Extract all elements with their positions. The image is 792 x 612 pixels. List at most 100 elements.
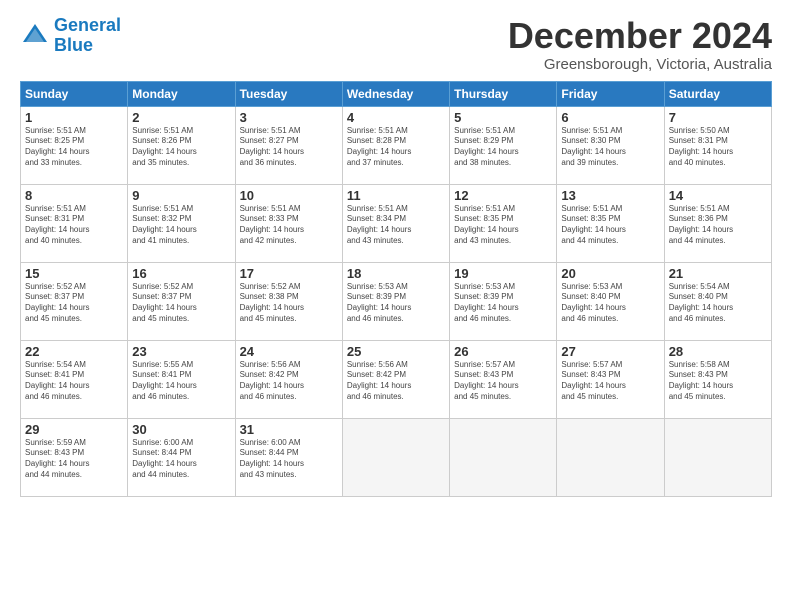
calendar-table: Sunday Monday Tuesday Wednesday Thursday… (20, 81, 772, 497)
day-number: 22 (25, 344, 123, 359)
day-info: Sunrise: 5:55 AM Sunset: 8:41 PM Dayligh… (132, 360, 230, 403)
day-info: Sunrise: 5:51 AM Sunset: 8:26 PM Dayligh… (132, 126, 230, 169)
table-row: 18Sunrise: 5:53 AM Sunset: 8:39 PM Dayli… (342, 262, 449, 340)
table-row: 31Sunrise: 6:00 AM Sunset: 8:44 PM Dayli… (235, 418, 342, 496)
table-row: 28Sunrise: 5:58 AM Sunset: 8:43 PM Dayli… (664, 340, 771, 418)
calendar-subtitle: Greensborough, Victoria, Australia (508, 56, 772, 73)
table-row: 30Sunrise: 6:00 AM Sunset: 8:44 PM Dayli… (128, 418, 235, 496)
table-row: 19Sunrise: 5:53 AM Sunset: 8:39 PM Dayli… (450, 262, 557, 340)
th-tuesday: Tuesday (235, 81, 342, 106)
table-row: 16Sunrise: 5:52 AM Sunset: 8:37 PM Dayli… (128, 262, 235, 340)
table-row: 1Sunrise: 5:51 AM Sunset: 8:25 PM Daylig… (21, 106, 128, 184)
day-number: 29 (25, 422, 123, 437)
day-info: Sunrise: 6:00 AM Sunset: 8:44 PM Dayligh… (132, 438, 230, 481)
table-row: 5Sunrise: 5:51 AM Sunset: 8:29 PM Daylig… (450, 106, 557, 184)
table-row: 4Sunrise: 5:51 AM Sunset: 8:28 PM Daylig… (342, 106, 449, 184)
table-row: 10Sunrise: 5:51 AM Sunset: 8:33 PM Dayli… (235, 184, 342, 262)
day-info: Sunrise: 5:51 AM Sunset: 8:32 PM Dayligh… (132, 204, 230, 247)
day-number: 14 (669, 188, 767, 203)
day-number: 17 (240, 266, 338, 281)
day-number: 5 (454, 110, 552, 125)
table-row: 29Sunrise: 5:59 AM Sunset: 8:43 PM Dayli… (21, 418, 128, 496)
week-row-1: 1Sunrise: 5:51 AM Sunset: 8:25 PM Daylig… (21, 106, 772, 184)
day-info: Sunrise: 5:53 AM Sunset: 8:39 PM Dayligh… (454, 282, 552, 325)
header: General Blue December 2024 Greensborough… (20, 16, 772, 73)
day-number: 12 (454, 188, 552, 203)
day-info: Sunrise: 5:56 AM Sunset: 8:42 PM Dayligh… (240, 360, 338, 403)
table-row: 21Sunrise: 5:54 AM Sunset: 8:40 PM Dayli… (664, 262, 771, 340)
day-info: Sunrise: 5:57 AM Sunset: 8:43 PM Dayligh… (454, 360, 552, 403)
week-row-4: 22Sunrise: 5:54 AM Sunset: 8:41 PM Dayli… (21, 340, 772, 418)
logo-line2: Blue (54, 35, 93, 55)
week-row-5: 29Sunrise: 5:59 AM Sunset: 8:43 PM Dayli… (21, 418, 772, 496)
logo-line1: General (54, 15, 121, 35)
day-info: Sunrise: 5:54 AM Sunset: 8:41 PM Dayligh… (25, 360, 123, 403)
calendar-title: December 2024 (508, 16, 772, 56)
day-number: 13 (561, 188, 659, 203)
day-info: Sunrise: 5:52 AM Sunset: 8:38 PM Dayligh… (240, 282, 338, 325)
day-info: Sunrise: 5:54 AM Sunset: 8:40 PM Dayligh… (669, 282, 767, 325)
day-info: Sunrise: 5:57 AM Sunset: 8:43 PM Dayligh… (561, 360, 659, 403)
table-row: 15Sunrise: 5:52 AM Sunset: 8:37 PM Dayli… (21, 262, 128, 340)
day-info: Sunrise: 5:51 AM Sunset: 8:25 PM Dayligh… (25, 126, 123, 169)
table-row: 24Sunrise: 5:56 AM Sunset: 8:42 PM Dayli… (235, 340, 342, 418)
day-number: 2 (132, 110, 230, 125)
logo-icon (20, 21, 50, 51)
logo: General Blue (20, 16, 121, 56)
table-row: 6Sunrise: 5:51 AM Sunset: 8:30 PM Daylig… (557, 106, 664, 184)
table-row: 25Sunrise: 5:56 AM Sunset: 8:42 PM Dayli… (342, 340, 449, 418)
day-number: 18 (347, 266, 445, 281)
day-number: 25 (347, 344, 445, 359)
week-row-3: 15 Sunrise: 5:52 AM Sunset: 8:37 PM Dayli… (21, 262, 772, 340)
day-number: 11 (347, 188, 445, 203)
day-info: Sunrise: 6:00 AM Sunset: 8:44 PM Dayligh… (240, 438, 338, 481)
week-row-2: 8Sunrise: 5:51 AM Sunset: 8:31 PM Daylig… (21, 184, 772, 262)
th-saturday: Saturday (664, 81, 771, 106)
day-info: Sunrise: 5:51 AM Sunset: 8:36 PM Dayligh… (669, 204, 767, 247)
day-info: Sunrise: 5:56 AM Sunset: 8:42 PM Dayligh… (347, 360, 445, 403)
table-row (450, 418, 557, 496)
day-number: 3 (240, 110, 338, 125)
day-info: Sunrise: 5:51 AM Sunset: 8:27 PM Dayligh… (240, 126, 338, 169)
day-info: Sunrise: 5:51 AM Sunset: 8:34 PM Dayligh… (347, 204, 445, 247)
day-info: Sunrise: 5:51 AM Sunset: 8:33 PM Dayligh… (240, 204, 338, 247)
th-thursday: Thursday (450, 81, 557, 106)
table-row: 14Sunrise: 5:51 AM Sunset: 8:36 PM Dayli… (664, 184, 771, 262)
th-monday: Monday (128, 81, 235, 106)
table-row: 3Sunrise: 5:51 AM Sunset: 8:27 PM Daylig… (235, 106, 342, 184)
day-number: 31 (240, 422, 338, 437)
day-number: 4 (347, 110, 445, 125)
table-row: 27Sunrise: 5:57 AM Sunset: 8:43 PM Dayli… (557, 340, 664, 418)
day-number: 27 (561, 344, 659, 359)
table-row (557, 418, 664, 496)
table-row: 22Sunrise: 5:54 AM Sunset: 8:41 PM Dayli… (21, 340, 128, 418)
day-info: Sunrise: 5:58 AM Sunset: 8:43 PM Dayligh… (669, 360, 767, 403)
day-info: Sunrise: 5:51 AM Sunset: 8:30 PM Dayligh… (561, 126, 659, 169)
day-info: Sunrise: 5:53 AM Sunset: 8:40 PM Dayligh… (561, 282, 659, 325)
table-row: 8Sunrise: 5:51 AM Sunset: 8:31 PM Daylig… (21, 184, 128, 262)
table-row (342, 418, 449, 496)
title-block: December 2024 Greensborough, Victoria, A… (508, 16, 772, 73)
table-row: 17Sunrise: 5:52 AM Sunset: 8:38 PM Dayli… (235, 262, 342, 340)
day-info: Sunrise: 5:52 AM Sunset: 8:37 PM Dayligh… (132, 282, 230, 325)
day-number: 15 (25, 266, 123, 281)
th-friday: Friday (557, 81, 664, 106)
day-number: 1 (25, 110, 123, 125)
day-number: 9 (132, 188, 230, 203)
day-info: Sunrise: 5:51 AM Sunset: 8:28 PM Dayligh… (347, 126, 445, 169)
day-info: Sunrise: 5:51 AM Sunset: 8:31 PM Dayligh… (25, 204, 123, 247)
table-row: 13Sunrise: 5:51 AM Sunset: 8:35 PM Dayli… (557, 184, 664, 262)
day-number: 6 (561, 110, 659, 125)
day-number: 24 (240, 344, 338, 359)
table-row: 9Sunrise: 5:51 AM Sunset: 8:32 PM Daylig… (128, 184, 235, 262)
table-row (664, 418, 771, 496)
logo-text: General Blue (54, 16, 121, 56)
th-wednesday: Wednesday (342, 81, 449, 106)
day-info: Sunrise: 5:50 AM Sunset: 8:31 PM Dayligh… (669, 126, 767, 169)
day-info: Sunrise: 5:53 AM Sunset: 8:39 PM Dayligh… (347, 282, 445, 325)
day-info: Sunrise: 5:51 AM Sunset: 8:35 PM Dayligh… (454, 204, 552, 247)
day-info: Sunrise: 5:51 AM Sunset: 8:29 PM Dayligh… (454, 126, 552, 169)
header-row: Sunday Monday Tuesday Wednesday Thursday… (21, 81, 772, 106)
day-number: 16 (132, 266, 230, 281)
day-number: 30 (132, 422, 230, 437)
